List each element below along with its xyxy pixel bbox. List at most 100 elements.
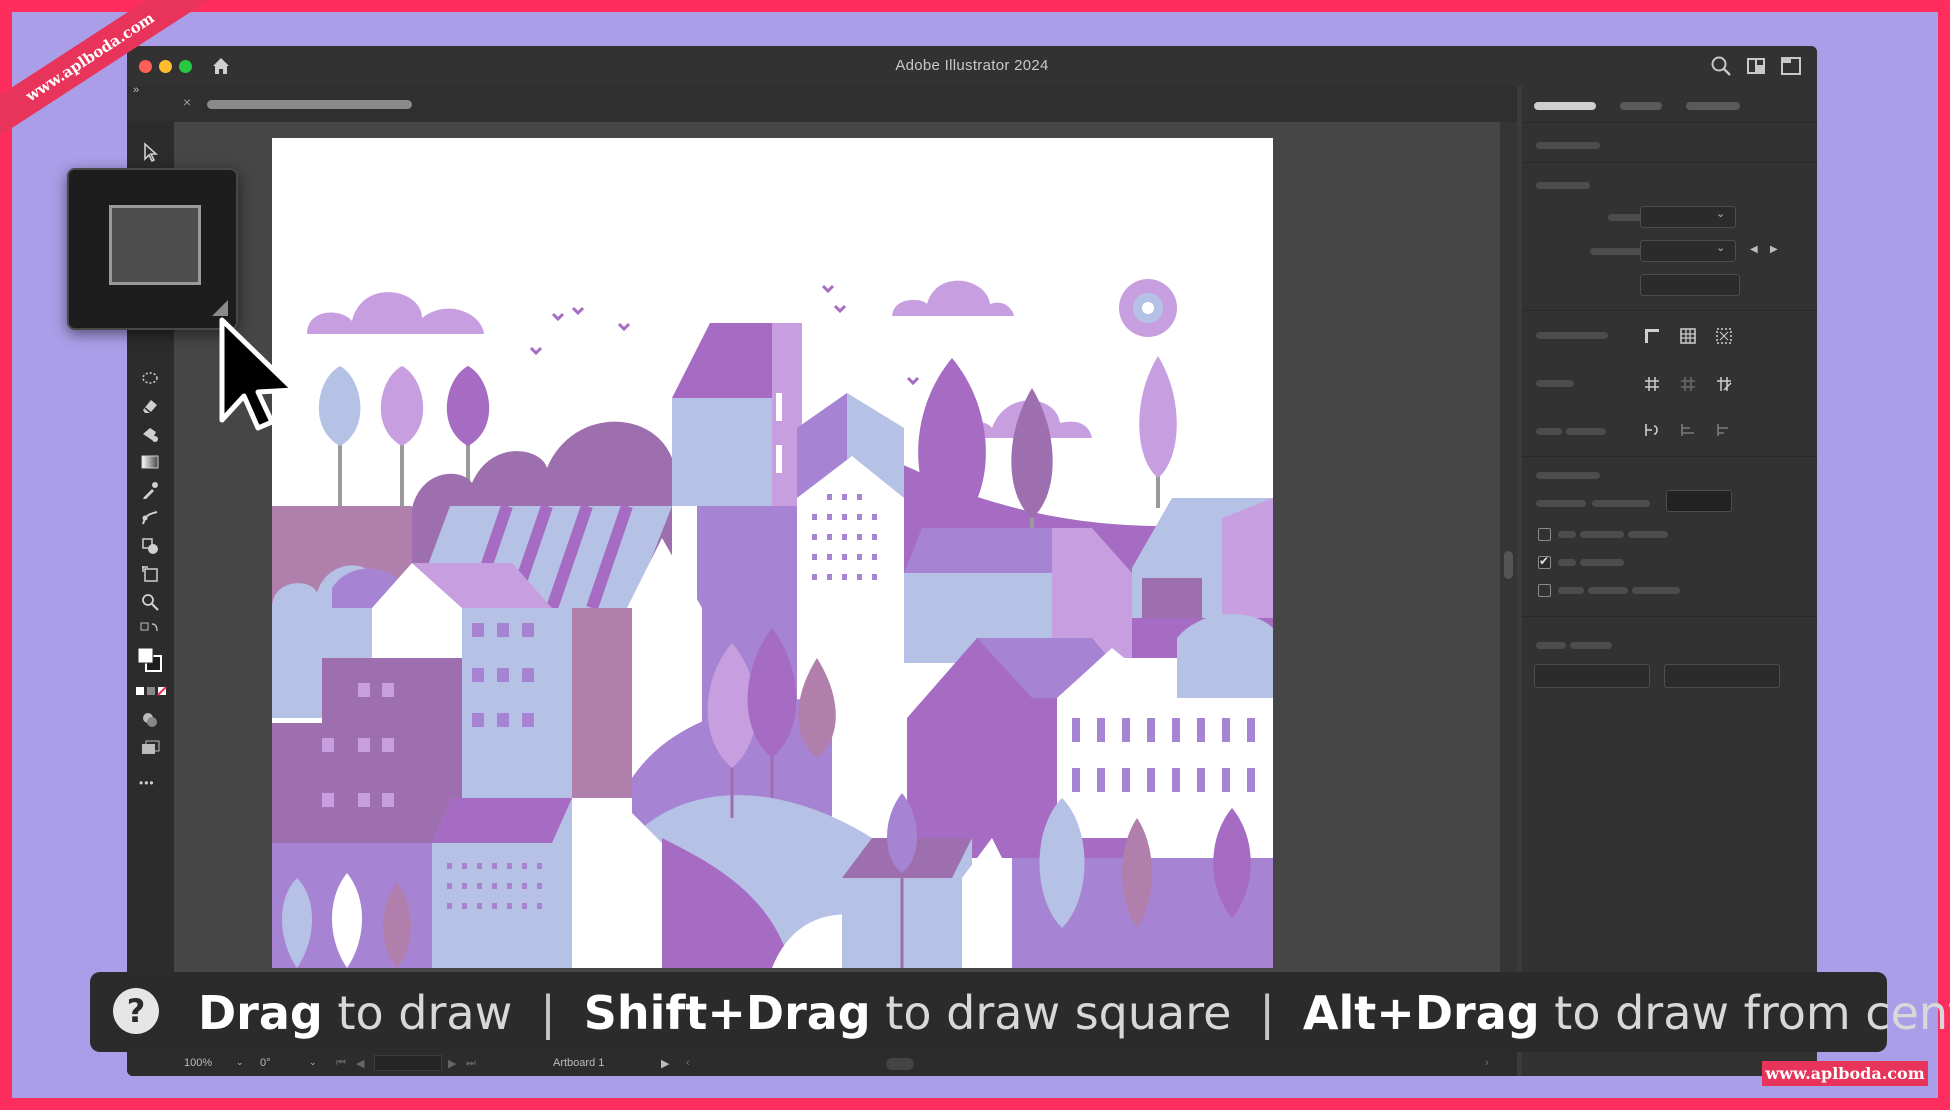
panel-label — [1536, 642, 1566, 649]
status-artboard-name: Artboard 1 — [553, 1057, 605, 1069]
hint-key: Drag — [198, 986, 323, 1040]
panel-label — [1536, 380, 1574, 387]
sun — [1119, 279, 1177, 337]
panel-tab-layers[interactable] — [1620, 102, 1662, 110]
panel-tab-properties[interactable] — [1534, 102, 1596, 110]
hint-separator: | — [540, 986, 556, 1040]
zoom-tool-icon[interactable] — [140, 592, 160, 612]
panel-label — [1580, 531, 1624, 538]
chevron-down-icon: ⌄ — [1716, 208, 1726, 220]
play-icon[interactable]: ▶ — [661, 1057, 669, 1070]
hint-key: Alt+Drag — [1302, 986, 1540, 1040]
snap-to-glyph-icon[interactable] — [1678, 420, 1698, 440]
panel-section-title — [1536, 182, 1590, 189]
panel-label — [1632, 587, 1680, 594]
snap-to-pixel-icon[interactable] — [1714, 374, 1734, 394]
panel-label — [1536, 332, 1608, 339]
panel-section-title — [1536, 472, 1600, 479]
close-tab-icon[interactable]: × — [183, 94, 191, 110]
first-artboard-icon[interactable]: ⏮ — [336, 1057, 346, 1070]
horizontal-scroll-thumb[interactable] — [886, 1058, 914, 1070]
checkbox[interactable] — [1538, 584, 1551, 597]
artboard-tool-icon[interactable] — [140, 564, 160, 584]
grid-icon[interactable] — [1678, 326, 1698, 346]
edit-artboards-button[interactable] — [1640, 274, 1740, 296]
panel-label — [1558, 531, 1576, 538]
flyout-corner-icon — [212, 300, 228, 316]
panel-label — [1566, 428, 1606, 435]
snap-to-point-icon[interactable] — [1642, 420, 1662, 440]
transparency-grid-icon[interactable] — [1714, 326, 1734, 346]
hint-action: to draw from center — [1554, 986, 1950, 1040]
hint-text: Drag to draw | Shift+Drag to draw square | A… — [198, 986, 1950, 1040]
panel-label — [1558, 587, 1584, 594]
fill-stroke-swatch-icon[interactable] — [136, 646, 164, 674]
eraser-tool-icon[interactable] — [140, 396, 160, 416]
panel-label — [1536, 500, 1586, 507]
artboard[interactable] — [272, 138, 1273, 968]
workspace-switcher-icon[interactable] — [1745, 55, 1767, 77]
smart-guides-icon[interactable] — [1678, 374, 1698, 394]
eyedropper-tool-icon[interactable] — [140, 480, 160, 500]
gradient-tool-icon[interactable] — [140, 452, 160, 472]
hint-action: to draw — [322, 986, 513, 1040]
zoom-level[interactable]: 100% — [184, 1057, 212, 1069]
rectangle-tool-flyout[interactable] — [67, 168, 238, 330]
help-icon[interactable]: ? — [113, 988, 159, 1034]
scrollbar-thumb[interactable] — [1504, 551, 1513, 579]
app-window: Adobe Illustrator 2024 » × ••• ⌄ ⌄ ◀ ▶ ✔… — [127, 46, 1817, 1076]
artwork-illustration — [272, 279, 1273, 968]
previous-artboard-icon[interactable]: ◀ — [1750, 244, 1758, 255]
collapse-toolbar-icon[interactable]: » — [133, 84, 139, 96]
guides-icon[interactable] — [1642, 374, 1662, 394]
draw-mode-icon[interactable] — [140, 710, 160, 730]
screen-mode-icon[interactable] — [140, 738, 160, 758]
shaper-tool-icon[interactable] — [140, 424, 160, 444]
panel-label — [1590, 248, 1644, 255]
panel-label — [1592, 500, 1650, 507]
more-tools-button[interactable]: ••• — [139, 776, 155, 790]
status-bar: 100% ⌄ 0° ⌄ ⏮ ◀ ▶ ⏭ Artboard 1 ▶ ‹ › — [174, 1051, 1517, 1076]
tower-roof — [672, 398, 772, 506]
next-artboard-icon[interactable]: ▶ — [1770, 244, 1778, 255]
chevron-down-icon[interactable]: ⌄ — [236, 1057, 244, 1068]
document-setup-button[interactable] — [1534, 664, 1650, 688]
properties-panel: ⌄ ⌄ ◀ ▶ ✔ — [1522, 86, 1817, 1076]
checkmark-icon: ✔ — [1539, 554, 1550, 568]
panel-tab-libraries[interactable] — [1686, 102, 1740, 110]
selection-tool-icon[interactable] — [140, 142, 160, 162]
scroll-right-icon[interactable]: › — [1485, 1057, 1489, 1069]
hint-key: Shift+Drag — [583, 986, 871, 1040]
next-artboard-icon[interactable]: ▶ — [448, 1057, 456, 1070]
rectangle-tool-icon[interactable] — [109, 205, 201, 285]
scroll-left-icon[interactable]: ‹ — [686, 1057, 690, 1069]
bottom-watermark: www.aplboda.com — [1762, 1061, 1928, 1086]
snap-align-icon[interactable] — [1714, 420, 1734, 440]
blend-tool-icon[interactable] — [140, 508, 160, 528]
last-artboard-icon[interactable]: ⏭ — [466, 1057, 476, 1070]
chevron-down-icon[interactable]: ⌄ — [309, 1057, 317, 1068]
previous-artboard-icon[interactable]: ◀ — [356, 1057, 364, 1070]
checkbox[interactable] — [1538, 528, 1551, 541]
document-tab[interactable] — [207, 100, 412, 109]
vertical-scrollbar[interactable] — [1500, 122, 1517, 1022]
preferences-button[interactable] — [1664, 664, 1780, 688]
lasso-tool-icon[interactable] — [140, 370, 160, 390]
panel-label — [1570, 642, 1612, 649]
search-icon[interactable] — [1710, 55, 1732, 77]
keyboard-increment-field[interactable] — [1666, 490, 1732, 512]
panel-heading — [1536, 142, 1600, 149]
chevron-down-icon: ⌄ — [1716, 242, 1726, 254]
swap-fill-stroke-icon[interactable] — [140, 620, 160, 640]
panel-label — [1608, 214, 1644, 221]
rotation-value[interactable]: 0° — [260, 1057, 271, 1069]
color-mode-icon[interactable] — [135, 684, 167, 698]
rulers-icon[interactable] — [1642, 326, 1662, 346]
panel-toggle-icon[interactable] — [1780, 55, 1802, 77]
panel-label — [1580, 559, 1624, 566]
hint-action: to draw square — [870, 986, 1232, 1040]
shape-builder-tool-icon[interactable] — [140, 536, 160, 556]
panel-label — [1628, 531, 1668, 538]
panel-label — [1558, 559, 1576, 566]
artboard-number-field[interactable] — [374, 1055, 442, 1071]
